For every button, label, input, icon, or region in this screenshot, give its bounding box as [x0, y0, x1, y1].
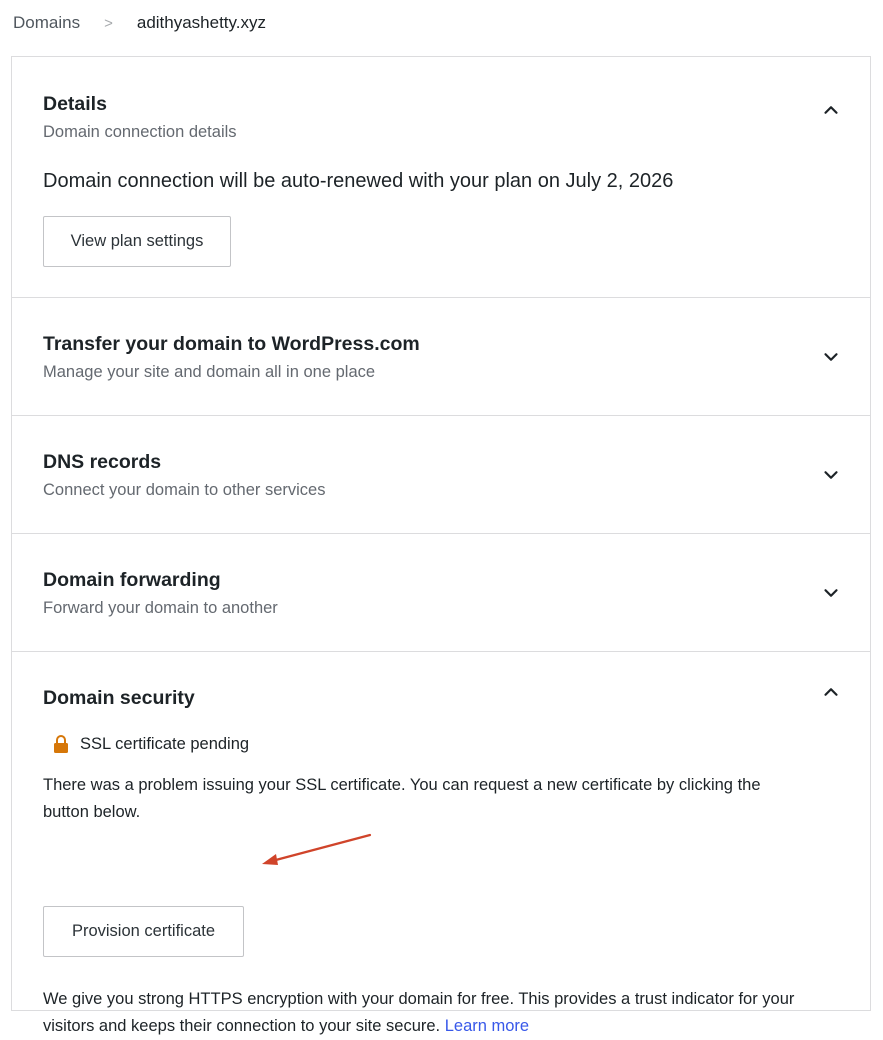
security-chevron-up-icon[interactable]	[820, 681, 842, 703]
transfer-section[interactable]: Transfer your domain to WordPress.com Ma…	[12, 297, 870, 416]
transfer-subtitle: Manage your site and domain all in one p…	[43, 363, 376, 381]
ssl-problem-text: There was a problem issuing your SSL cer…	[43, 776, 761, 821]
forwarding-chevron-down-icon[interactable]	[820, 582, 842, 604]
details-chevron-up-icon[interactable]	[820, 99, 842, 121]
https-info-text: We give you strong HTTPS encryption with…	[43, 986, 833, 1040]
details-section: Details Domain connection details Domain…	[12, 57, 870, 298]
https-description: We give you strong HTTPS encryption with…	[43, 990, 795, 1035]
domain-security-section: Domain security SSL certificate pending …	[12, 651, 870, 1035]
dns-records-section[interactable]: DNS records Connect your domain to other…	[12, 415, 870, 534]
domain-settings-card: Details Domain connection details Domain…	[11, 56, 871, 1035]
dns-subtitle: Connect your domain to other services	[43, 481, 326, 499]
breadcrumb-domains-link[interactable]: Domains	[13, 13, 80, 33]
transfer-chevron-down-icon[interactable]	[820, 346, 842, 368]
details-title: Details	[43, 93, 107, 115]
domain-forwarding-section[interactable]: Domain forwarding Forward your domain to…	[12, 533, 870, 652]
dns-title: DNS records	[43, 451, 162, 473]
ssl-status-label: SSL certificate pending	[80, 735, 250, 753]
renewal-text: Domain connection will be auto-renewed w…	[43, 170, 674, 192]
breadcrumb-separator-icon: >	[104, 14, 113, 32]
forwarding-title: Domain forwarding	[43, 569, 221, 591]
provision-certificate-button[interactable]: Provision certificate	[43, 906, 244, 957]
annotation-arrow-icon	[260, 831, 375, 876]
security-title: Domain security	[43, 687, 195, 709]
dns-chevron-down-icon[interactable]	[820, 464, 842, 486]
breadcrumb: Domains > adithyashetty.xyz	[13, 13, 266, 33]
lock-icon	[53, 734, 69, 754]
transfer-title: Transfer your domain to WordPress.com	[43, 333, 420, 355]
forwarding-subtitle: Forward your domain to another	[43, 599, 278, 617]
breadcrumb-current-domain: adithyashetty.xyz	[136, 13, 266, 32]
learn-more-link[interactable]: Learn more	[445, 1017, 529, 1035]
details-subtitle: Domain connection details	[43, 123, 237, 141]
view-plan-settings-button[interactable]: View plan settings	[43, 216, 231, 267]
